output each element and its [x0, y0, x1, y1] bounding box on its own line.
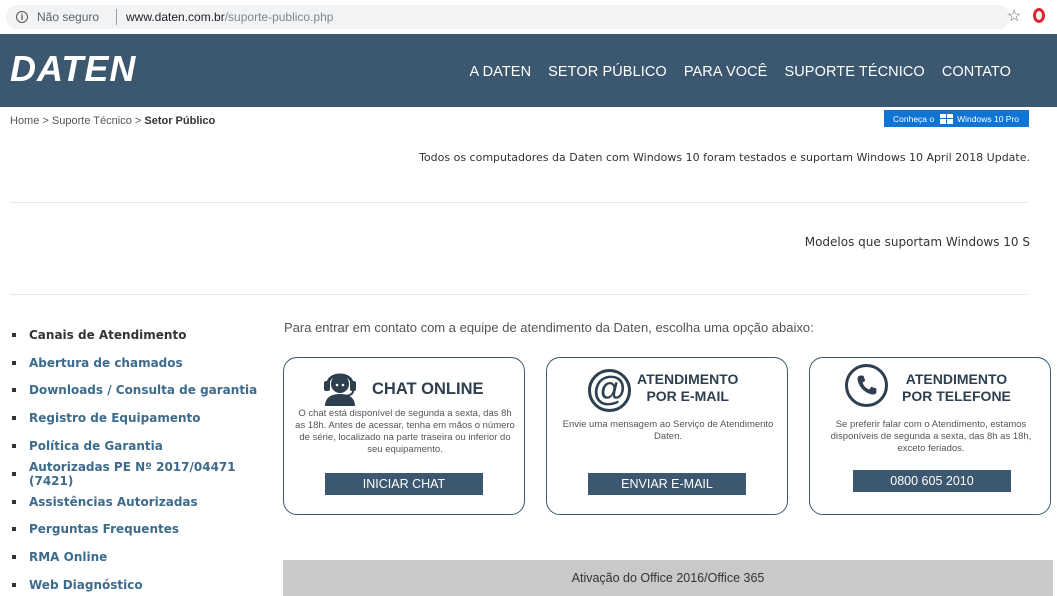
sidebar-item-faq[interactable]: Perguntas Frequentes: [12, 516, 272, 544]
sidebar-item-label: Autorizadas PE Nº 2017/04471 (7421): [29, 459, 236, 488]
sidebar-item-assistencias[interactable]: Assistências Autorizadas: [12, 488, 272, 516]
contact-intro: Para entrar em contato com a equipe de a…: [284, 320, 814, 335]
security-label[interactable]: Não seguro: [37, 10, 99, 24]
windows-badge-product: Windows 10 Pro: [957, 113, 1020, 124]
windows-10s-models-link[interactable]: Modelos que suportam Windows 10 S: [805, 235, 1030, 249]
sidebar-item-registro[interactable]: Registro de Equipamento: [12, 404, 272, 432]
address-separator: [116, 9, 117, 25]
office-activation-bar[interactable]: Ativação do Office 2016/Office 365: [283, 560, 1053, 596]
bullet-icon: [12, 388, 16, 393]
bullet-icon: [12, 416, 16, 421]
bullet-icon: [12, 332, 16, 337]
breadcrumb: Home > Suporte Técnico > Setor Público: [10, 115, 215, 127]
breadcrumb-separator: >: [134, 115, 142, 127]
site-header: DATEN A DATEN SETOR PÚBLICO PARA VOCÊ SU…: [0, 34, 1057, 107]
start-chat-button[interactable]: INICIAR CHAT: [325, 473, 483, 495]
phone-card-description: Se preferir falar com o Atendimento, est…: [830, 419, 1032, 454]
sidebar-item-label: RMA Online: [29, 550, 108, 565]
phone-card-title: ATENDIMENTO POR TELEFONE: [902, 371, 1011, 405]
url-host: www.daten.com.br: [126, 10, 225, 24]
url-text[interactable]: www.daten.com.br/suporte-publico.php: [126, 10, 333, 24]
windows-badge-prefix: Conheça o: [893, 113, 935, 124]
sidebar-item-autorizadas-pe[interactable]: Autorizadas PE Nº 2017/04471 (7421): [12, 460, 272, 488]
windows-update-notice: Todos os computadores da Daten com Windo…: [419, 151, 1030, 164]
email-card-description: Envie uma mensagem ao Serviço de Atendim…: [562, 419, 774, 442]
nav-setor-publico[interactable]: SETOR PÚBLICO: [548, 64, 667, 80]
chat-card-description: O chat está disponível de segunda a sext…: [295, 408, 515, 455]
headset-agent-icon: [324, 373, 356, 406]
url-path: /suporte-publico.php: [224, 10, 334, 24]
bullet-icon: [12, 555, 16, 560]
sidebar-item-politica[interactable]: Política de Garantia: [12, 432, 272, 460]
chat-card-title: CHAT ONLINE: [372, 380, 484, 398]
email-title-line2: POR E-MAIL: [646, 388, 729, 404]
sidebar-item-label: Downloads / Consulta de garantia: [29, 383, 258, 398]
bullet-icon: [12, 360, 16, 365]
top-navigation: A DATEN SETOR PÚBLICO PARA VOCÊ SUPORTE …: [469, 64, 1011, 80]
divider: [10, 202, 1028, 203]
nav-para-voce[interactable]: PARA VOCÊ: [684, 64, 768, 80]
windows-logo-icon: [940, 113, 954, 124]
sidebar-item-chamados[interactable]: Abertura de chamados: [12, 349, 272, 377]
support-sidebar: Canais de Atendimento Abertura de chamad…: [12, 321, 272, 596]
breadcrumb-separator: >: [42, 115, 49, 127]
breadcrumb-current: Setor Público: [144, 115, 216, 127]
nav-a-daten[interactable]: A DATEN: [469, 64, 531, 80]
sidebar-item-label: Canais de Atendimento: [29, 327, 187, 342]
bullet-icon: [12, 499, 16, 504]
breadcrumb-home[interactable]: Home: [10, 115, 39, 127]
phone-number-button[interactable]: 0800 605 2010: [853, 470, 1011, 492]
nav-suporte-tecnico[interactable]: SUPORTE TÉCNICO: [784, 64, 924, 80]
sidebar-item-label: Abertura de chamados: [29, 355, 183, 370]
phone-card: ATENDIMENTO POR TELEFONE Se preferir fal…: [809, 357, 1051, 515]
sidebar-item-label: Registro de Equipamento: [29, 411, 201, 426]
sidebar-item-label: Política de Garantia: [29, 439, 163, 454]
sidebar-item-web-diagnostico[interactable]: Web Diagnóstico: [12, 571, 272, 596]
email-card-title: ATENDIMENTO POR E-MAIL: [637, 371, 738, 405]
chat-online-card: CHAT ONLINE O chat está disponível de se…: [283, 357, 525, 515]
sidebar-item-canais[interactable]: Canais de Atendimento: [12, 321, 272, 349]
windows-10-pro-banner[interactable]: Conheça o Windows 10 Pro: [884, 110, 1029, 127]
sidebar-item-label: Perguntas Frequentes: [29, 522, 179, 537]
sidebar-item-downloads[interactable]: Downloads / Consulta de garantia: [12, 377, 272, 405]
sidebar-item-label: Assistências Autorizadas: [29, 494, 198, 509]
nav-contato[interactable]: CONTATO: [942, 64, 1011, 80]
send-email-button[interactable]: ENVIAR E-MAIL: [588, 473, 746, 495]
daten-logo[interactable]: DATEN: [10, 48, 136, 90]
divider: [10, 294, 1028, 295]
bullet-icon: [12, 583, 16, 588]
email-card: @ ATENDIMENTO POR E-MAIL Envie uma mensa…: [546, 357, 788, 515]
opera-icon[interactable]: [1033, 8, 1045, 23]
browser-toolbar: i Não seguro www.daten.com.br/suporte-pu…: [0, 0, 1057, 34]
at-sign-icon: @: [588, 369, 631, 412]
sidebar-item-label: Web Diagnóstico: [29, 578, 143, 593]
email-title-line1: ATENDIMENTO: [637, 371, 739, 387]
bullet-icon: [12, 471, 16, 476]
phone-title-line1: ATENDIMENTO: [905, 371, 1008, 387]
breadcrumb-support[interactable]: Suporte Técnico: [52, 115, 132, 127]
bookmark-star-icon[interactable]: ☆: [1007, 6, 1021, 26]
info-icon[interactable]: i: [16, 11, 28, 23]
bullet-icon: [12, 444, 16, 449]
bullet-icon: [12, 527, 16, 532]
phone-title-line2: POR TELEFONE: [902, 388, 1011, 404]
phone-icon: [845, 364, 888, 407]
sidebar-item-rma[interactable]: RMA Online: [12, 543, 272, 571]
address-bar[interactable]: i Não seguro www.daten.com.br/suporte-pu…: [6, 5, 1010, 29]
